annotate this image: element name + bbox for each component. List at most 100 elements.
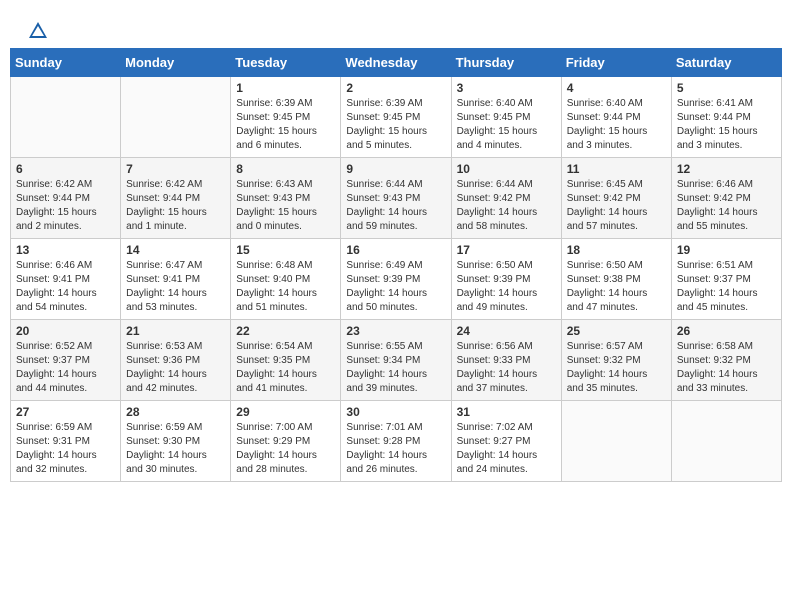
day-info: Sunrise: 6:46 AM Sunset: 9:42 PM Dayligh… [677,178,776,234]
day-number: 13 [16,243,115,257]
day-info: Sunrise: 6:48 AM Sunset: 9:40 PM Dayligh… [236,259,335,315]
calendar-day-cell: 30 Sunrise: 7:01 AM Sunset: 9:28 PM Dayli… [341,401,451,482]
calendar-day-cell: 4 Sunrise: 6:40 AM Sunset: 9:44 PM Daylig… [561,77,671,158]
day-info: Sunrise: 6:53 AM Sunset: 9:36 PM Dayligh… [126,340,225,396]
day-info: Sunrise: 6:47 AM Sunset: 9:41 PM Dayligh… [126,259,225,315]
calendar-day-cell: 6 Sunrise: 6:42 AM Sunset: 9:44 PM Daylig… [11,158,121,239]
day-number: 24 [457,324,556,338]
day-info: Sunrise: 6:56 AM Sunset: 9:33 PM Dayligh… [457,340,556,396]
calendar-day-cell: 9 Sunrise: 6:44 AM Sunset: 9:43 PM Daylig… [341,158,451,239]
day-info: Sunrise: 6:59 AM Sunset: 9:30 PM Dayligh… [126,421,225,477]
logo-icon [27,20,49,42]
calendar-header-row: SundayMondayTuesdayWednesdayThursdayFrid… [11,49,782,77]
calendar-day-cell: 12Sunrise: 6:46 AM Sunset: 9:42 PM Dayli… [671,158,781,239]
calendar-day-cell: 1 Sunrise: 6:39 AM Sunset: 9:45 PM Daylig… [231,77,341,158]
calendar-day-cell: 21Sunrise: 6:53 AM Sunset: 9:36 PM Dayli… [121,320,231,401]
calendar-week-row: 13 Sunrise: 6:46 AM Sunset: 9:41 PM Dayli… [11,239,782,320]
day-number: 3 [457,81,556,95]
day-info: Sunrise: 7:01 AM Sunset: 9:28 PM Dayligh… [346,421,445,477]
calendar-day-cell: 15 Sunrise: 6:48 AM Sunset: 9:40 PM Dayli… [231,239,341,320]
day-number: 1 [236,81,335,95]
calendar-week-row: 20 Sunrise: 6:52 AM Sunset: 9:37 PM Dayli… [11,320,782,401]
day-number: 7 [126,162,225,176]
day-info: Sunrise: 6:39 AM Sunset: 9:45 PM Dayligh… [236,97,335,153]
day-info: Sunrise: 6:40 AM Sunset: 9:44 PM Dayligh… [567,97,666,153]
day-number: 14 [126,243,225,257]
day-number: 11 [567,162,666,176]
day-info: Sunrise: 6:44 AM Sunset: 9:43 PM Dayligh… [346,178,445,234]
calendar-day-cell: 18 Sunrise: 6:50 AM Sunset: 9:38 PM Dayli… [561,239,671,320]
day-info: Sunrise: 6:40 AM Sunset: 9:45 PM Dayligh… [457,97,556,153]
calendar-day-cell: 27 Sunrise: 6:59 AM Sunset: 9:31 PM Dayli… [11,401,121,482]
day-number: 20 [16,324,115,338]
day-info: Sunrise: 6:52 AM Sunset: 9:37 PM Dayligh… [16,340,115,396]
day-number: 10 [457,162,556,176]
day-number: 17 [457,243,556,257]
calendar-week-row: 1 Sunrise: 6:39 AM Sunset: 9:45 PM Daylig… [11,77,782,158]
day-number: 19 [677,243,776,257]
day-number: 18 [567,243,666,257]
calendar-day-cell: 3 Sunrise: 6:40 AM Sunset: 9:45 PM Daylig… [451,77,561,158]
calendar-week-row: 27 Sunrise: 6:59 AM Sunset: 9:31 PM Dayli… [11,401,782,482]
day-info: Sunrise: 6:43 AM Sunset: 9:43 PM Dayligh… [236,178,335,234]
day-info: Sunrise: 6:42 AM Sunset: 9:44 PM Dayligh… [16,178,115,234]
weekday-header-cell: Monday [121,49,231,77]
weekday-header-cell: Wednesday [341,49,451,77]
calendar-day-cell: 24 Sunrise: 6:56 AM Sunset: 9:33 PM Dayli… [451,320,561,401]
day-number: 15 [236,243,335,257]
day-number: 31 [457,405,556,419]
day-number: 4 [567,81,666,95]
calendar-day-cell: 7 Sunrise: 6:42 AM Sunset: 9:44 PM Daylig… [121,158,231,239]
day-info: Sunrise: 6:54 AM Sunset: 9:35 PM Dayligh… [236,340,335,396]
calendar-body: 1 Sunrise: 6:39 AM Sunset: 9:45 PM Daylig… [11,77,782,482]
day-info: Sunrise: 6:55 AM Sunset: 9:34 PM Dayligh… [346,340,445,396]
day-number: 9 [346,162,445,176]
calendar-day-cell [11,77,121,158]
day-info: Sunrise: 6:50 AM Sunset: 9:39 PM Dayligh… [457,259,556,315]
calendar-day-cell: 31 Sunrise: 7:02 AM Sunset: 9:27 PM Dayli… [451,401,561,482]
day-number: 8 [236,162,335,176]
calendar-day-cell: 10 Sunrise: 6:44 AM Sunset: 9:42 PM Dayli… [451,158,561,239]
calendar-day-cell: 14 Sunrise: 6:47 AM Sunset: 9:41 PM Dayli… [121,239,231,320]
calendar-day-cell: 8 Sunrise: 6:43 AM Sunset: 9:43 PM Daylig… [231,158,341,239]
calendar-day-cell: 17 Sunrise: 6:50 AM Sunset: 9:39 PM Dayli… [451,239,561,320]
calendar-day-cell [671,401,781,482]
calendar-day-cell: 19 Sunrise: 6:51 AM Sunset: 9:37 PM Dayli… [671,239,781,320]
day-info: Sunrise: 6:51 AM Sunset: 9:37 PM Dayligh… [677,259,776,315]
calendar-day-cell: 2Sunrise: 6:39 AM Sunset: 9:45 PM Daylig… [341,77,451,158]
day-number: 23 [346,324,445,338]
calendar-day-cell: 25Sunrise: 6:57 AM Sunset: 9:32 PM Dayli… [561,320,671,401]
calendar-week-row: 6 Sunrise: 6:42 AM Sunset: 9:44 PM Daylig… [11,158,782,239]
day-info: Sunrise: 7:02 AM Sunset: 9:27 PM Dayligh… [457,421,556,477]
day-info: Sunrise: 6:41 AM Sunset: 9:44 PM Dayligh… [677,97,776,153]
day-info: Sunrise: 6:44 AM Sunset: 9:42 PM Dayligh… [457,178,556,234]
day-info: Sunrise: 6:50 AM Sunset: 9:38 PM Dayligh… [567,259,666,315]
calendar-day-cell [561,401,671,482]
day-info: Sunrise: 6:59 AM Sunset: 9:31 PM Dayligh… [16,421,115,477]
day-number: 5 [677,81,776,95]
day-info: Sunrise: 6:45 AM Sunset: 9:42 PM Dayligh… [567,178,666,234]
weekday-header-cell: Thursday [451,49,561,77]
calendar-day-cell: 23 Sunrise: 6:55 AM Sunset: 9:34 PM Dayli… [341,320,451,401]
day-number: 16 [346,243,445,257]
day-number: 22 [236,324,335,338]
calendar-day-cell: 20 Sunrise: 6:52 AM Sunset: 9:37 PM Dayli… [11,320,121,401]
calendar-day-cell: 5 Sunrise: 6:41 AM Sunset: 9:44 PM Daylig… [671,77,781,158]
weekday-header-cell: Saturday [671,49,781,77]
day-info: Sunrise: 6:42 AM Sunset: 9:44 PM Dayligh… [126,178,225,234]
day-number: 2 [346,81,445,95]
day-number: 30 [346,405,445,419]
calendar-day-cell: 26Sunrise: 6:58 AM Sunset: 9:32 PM Dayli… [671,320,781,401]
day-info: Sunrise: 6:58 AM Sunset: 9:32 PM Dayligh… [677,340,776,396]
weekday-header-cell: Friday [561,49,671,77]
day-info: Sunrise: 7:00 AM Sunset: 9:29 PM Dayligh… [236,421,335,477]
calendar-day-cell: 29Sunrise: 7:00 AM Sunset: 9:29 PM Dayli… [231,401,341,482]
calendar-day-cell: 28Sunrise: 6:59 AM Sunset: 9:30 PM Dayli… [121,401,231,482]
logo [25,20,49,38]
day-number: 6 [16,162,115,176]
day-info: Sunrise: 6:57 AM Sunset: 9:32 PM Dayligh… [567,340,666,396]
day-info: Sunrise: 6:46 AM Sunset: 9:41 PM Dayligh… [16,259,115,315]
calendar-day-cell: 16Sunrise: 6:49 AM Sunset: 9:39 PM Dayli… [341,239,451,320]
calendar-day-cell: 11 Sunrise: 6:45 AM Sunset: 9:42 PM Dayli… [561,158,671,239]
day-number: 27 [16,405,115,419]
